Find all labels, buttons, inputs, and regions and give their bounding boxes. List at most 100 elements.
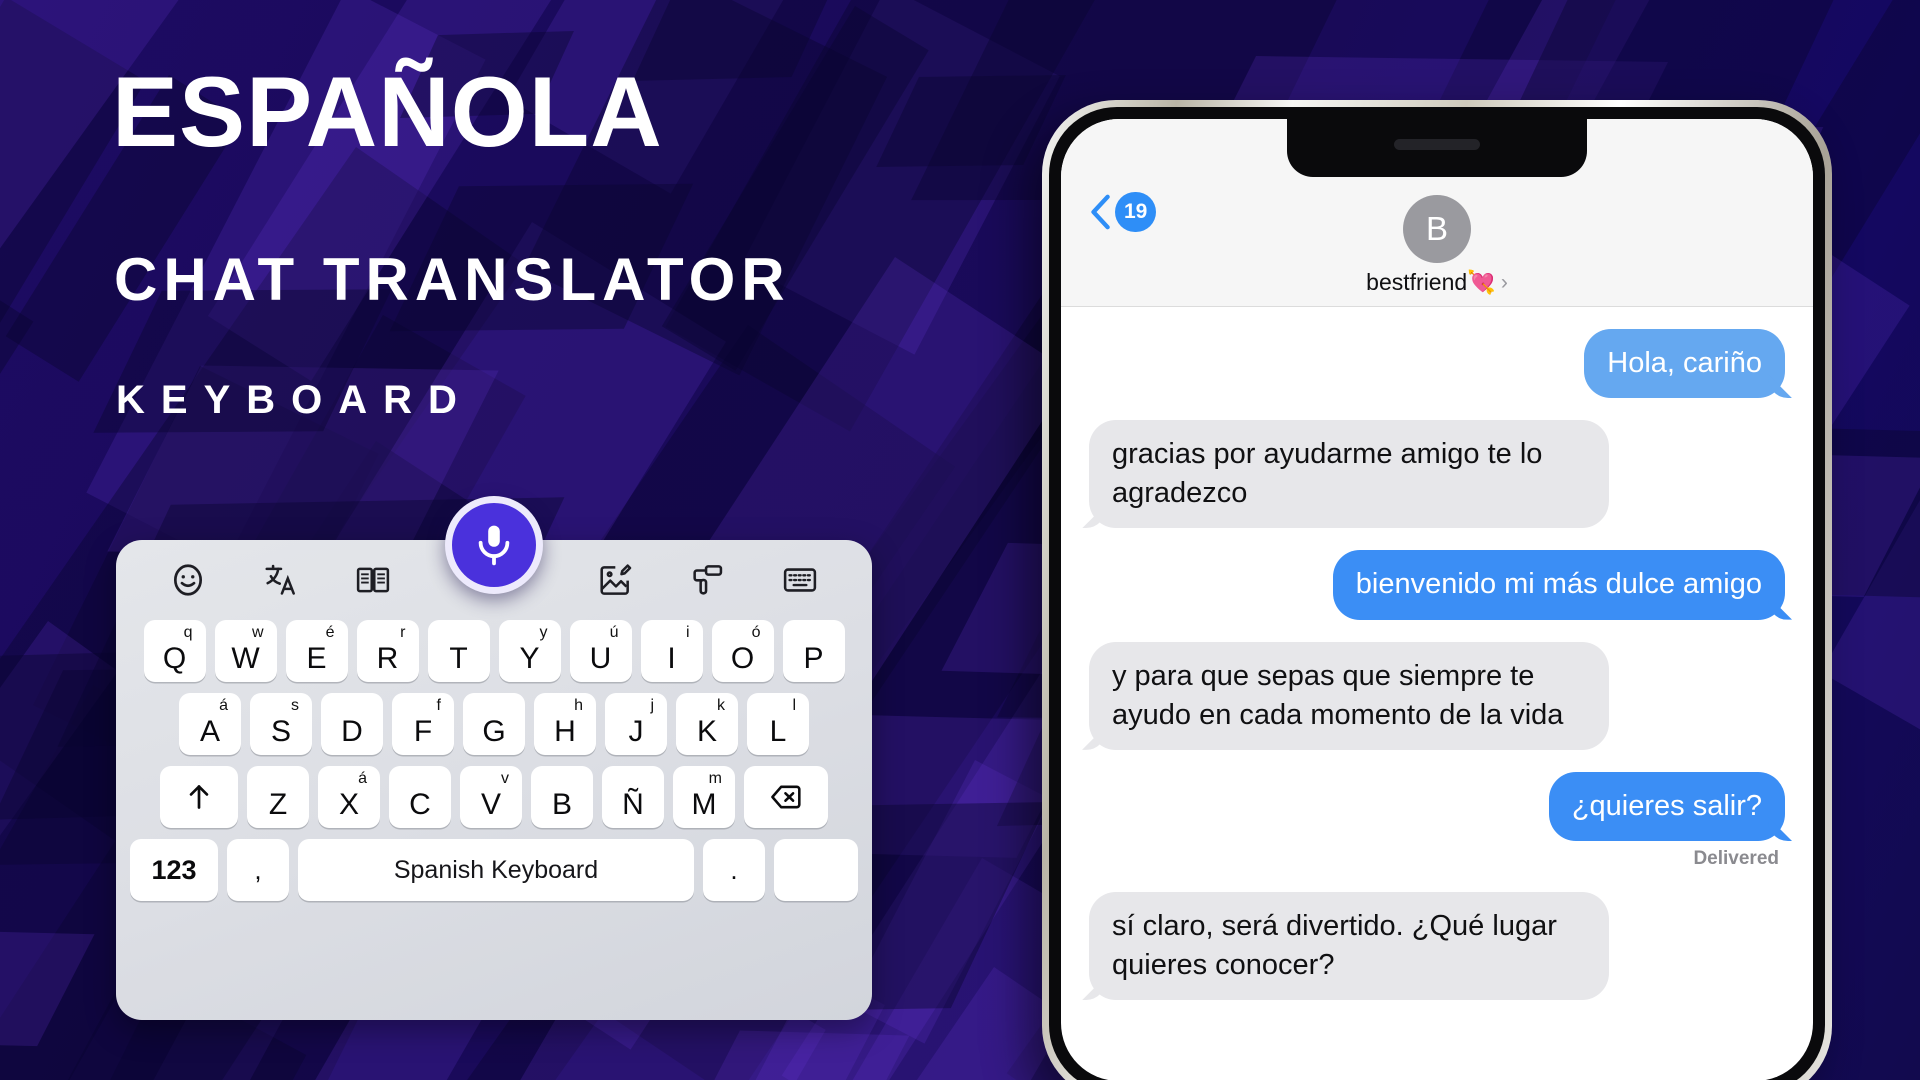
key-o[interactable]: óO: [711, 620, 774, 682]
key-l[interactable]: lL: [747, 693, 809, 755]
key-label: T: [449, 642, 468, 675]
key-g[interactable]: G: [463, 693, 525, 755]
key-y[interactable]: yY: [498, 620, 561, 682]
key-k[interactable]: kK: [676, 693, 738, 755]
key-label: .: [730, 854, 738, 885]
message-bubble[interactable]: bienvenido mi más dulce amigo: [1332, 550, 1785, 620]
message-bubble[interactable]: ¿quieres salir?: [1548, 771, 1785, 841]
headline-tertiary: KEYBOARD: [116, 378, 473, 422]
key-label: Y: [519, 642, 540, 675]
key-alt: v: [501, 770, 509, 787]
key-d[interactable]: D: [321, 693, 383, 755]
key-alt: h: [574, 697, 583, 714]
key-f[interactable]: fF: [392, 693, 454, 755]
emoji-icon[interactable]: [167, 559, 209, 601]
phone-bezel: 19 B bestfriend💘 › Hola, cariño gracias …: [1049, 107, 1825, 1080]
key-label: Z: [268, 788, 288, 821]
left-promo-column: ESPAÑOLA CHAT TRANSLATOR KEYBOARD q Q w …: [0, 0, 1020, 1080]
contact-name: bestfriend💘: [1366, 269, 1496, 295]
unread-badge: 19: [1115, 192, 1157, 232]
numeric-key[interactable]: 123: [130, 839, 218, 901]
key-label: Ñ: [622, 788, 644, 821]
key-q[interactable]: qQ: [143, 620, 206, 682]
message-bubble[interactable]: gracias por ayudarme amigo te lo agradez…: [1089, 420, 1609, 529]
key-alt: i: [685, 624, 690, 641]
theme-roller-icon[interactable]: [686, 559, 728, 601]
keyboard-icon[interactable]: [779, 559, 821, 601]
key-alt: q: [183, 624, 193, 641]
message-bubble[interactable]: y para que sepas que siempre te ayudo en…: [1089, 641, 1609, 750]
key-label: H: [554, 715, 576, 748]
key-alt: é: [325, 624, 335, 641]
key-label: S: [270, 715, 291, 748]
key-label: M: [691, 788, 717, 821]
key-label: I: [667, 642, 676, 675]
delivery-status: Delivered: [1693, 847, 1779, 869]
chevron-left-icon: [1091, 194, 1110, 230]
key-enye[interactable]: Ñ: [602, 766, 664, 828]
key-z[interactable]: Z: [247, 766, 309, 828]
key-label: O: [730, 642, 755, 675]
return-key[interactable]: [774, 839, 858, 901]
key-c[interactable]: C: [389, 766, 451, 828]
message-row: sí claro, será divertido. ¿Qué lugar qui…: [1089, 891, 1785, 1001]
key-label: V: [480, 788, 501, 821]
key-b[interactable]: B: [531, 766, 593, 828]
microphone-button[interactable]: [445, 496, 543, 594]
image-edit-icon[interactable]: [594, 559, 636, 601]
key-alt: á: [219, 697, 228, 714]
earpiece-speaker: [1394, 139, 1480, 150]
key-j[interactable]: jJ: [605, 693, 667, 755]
key-e[interactable]: éE: [285, 620, 348, 682]
phone-screen: 19 B bestfriend💘 › Hola, cariño gracias …: [1061, 119, 1813, 1080]
key-label: ,: [254, 854, 262, 885]
back-button[interactable]: 19: [1087, 192, 1157, 232]
arrow-up-icon: [189, 785, 209, 809]
key-label: Spanish Keyboard: [393, 855, 599, 884]
backspace-icon: [771, 785, 801, 809]
keyboard-toolbar: [116, 496, 872, 620]
key-w[interactable]: wW: [214, 620, 277, 682]
message-row: Hola, cariño: [1089, 329, 1785, 399]
key-t[interactable]: T: [427, 620, 490, 682]
key-i[interactable]: iI: [640, 620, 703, 682]
phone-frame: 19 B bestfriend💘 › Hola, cariño gracias …: [1042, 100, 1832, 1080]
key-label: X: [338, 788, 359, 821]
key-v[interactable]: vV: [460, 766, 522, 828]
message-row: gracias por ayudarme amigo te lo agradez…: [1089, 420, 1785, 529]
key-label: P: [803, 642, 824, 675]
period-key[interactable]: .: [703, 839, 765, 901]
message-bubble[interactable]: Hola, cariño: [1584, 329, 1785, 399]
key-label: F: [413, 715, 433, 748]
key-label: K: [696, 715, 717, 748]
key-label: W: [231, 642, 260, 675]
key-alt: á: [358, 770, 367, 787]
avatar: B: [1403, 195, 1471, 263]
message-row: bienvenido mi más dulce amigo: [1089, 550, 1785, 620]
key-label: E: [306, 642, 327, 675]
shift-key[interactable]: [160, 766, 238, 828]
translate-icon[interactable]: [260, 559, 302, 601]
key-alt: ú: [609, 624, 619, 641]
key-alt: s: [291, 697, 299, 714]
phone-mockup: 19 B bestfriend💘 › Hola, cariño gracias …: [1042, 100, 1832, 1080]
key-m[interactable]: mM: [673, 766, 735, 828]
keyboard-row-1: qQ wW éE rR T yY úU iI óO P: [116, 620, 872, 682]
contact-header[interactable]: B bestfriend💘 ›: [1366, 195, 1508, 296]
message-bubble[interactable]: sí claro, será divertido. ¿Qué lugar qui…: [1089, 891, 1609, 1001]
key-u[interactable]: úU: [569, 620, 632, 682]
dictionary-icon[interactable]: [352, 559, 394, 601]
key-r[interactable]: rR: [356, 620, 419, 682]
key-h[interactable]: hH: [534, 693, 596, 755]
key-s[interactable]: sS: [250, 693, 312, 755]
message-list: Hola, cariño gracias por ayudarme amigo …: [1061, 307, 1813, 1001]
spacebar-key[interactable]: Spanish Keyboard: [298, 839, 694, 901]
key-a[interactable]: áA: [179, 693, 241, 755]
key-alt: w: [251, 624, 264, 641]
keyboard-row-3: Z áX C vV B Ñ mM: [116, 766, 872, 828]
backspace-key[interactable]: [744, 766, 828, 828]
comma-key[interactable]: ,: [227, 839, 289, 901]
key-alt: r: [400, 624, 406, 641]
key-x[interactable]: áX: [318, 766, 380, 828]
key-p[interactable]: P: [782, 620, 845, 682]
